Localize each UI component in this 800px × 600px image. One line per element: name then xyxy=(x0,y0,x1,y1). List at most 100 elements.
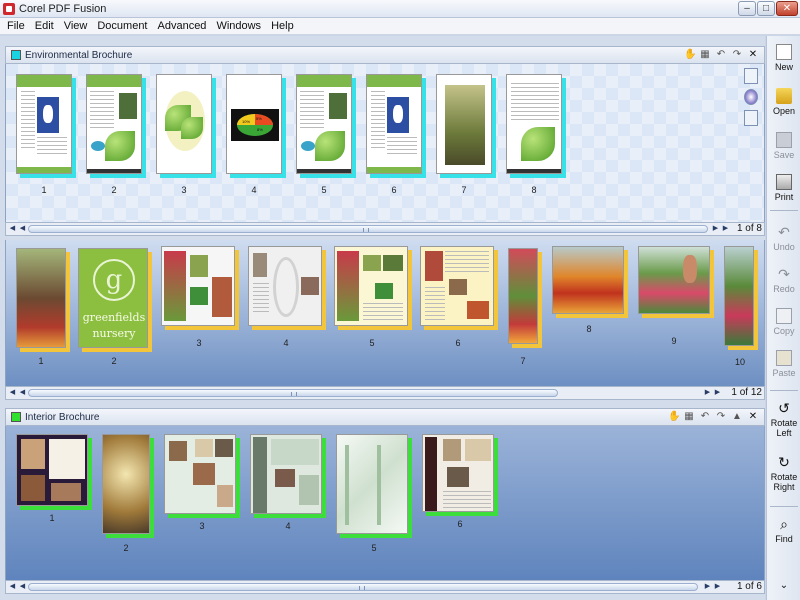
horizontal-scrollbar[interactable]: ◀ ◀ ▶ ▶ 1 of 12 xyxy=(5,386,765,400)
copy-button[interactable]: Copy xyxy=(767,308,800,336)
separator xyxy=(770,506,798,507)
toolbar-sidebar: New Open Save Print ↶ Undo ↷ Redo Copy P… xyxy=(766,36,800,600)
menu-edit[interactable]: Edit xyxy=(30,20,59,32)
page-number: 2 xyxy=(111,185,117,195)
find-button[interactable]: ⌕ Find xyxy=(767,516,800,544)
maximize-button[interactable]: □ xyxy=(757,1,775,16)
undo-icon: ↶ xyxy=(778,224,790,240)
separator xyxy=(770,390,798,391)
page-layout-icon[interactable]: ▦ xyxy=(684,411,694,422)
copy-icon xyxy=(776,308,792,324)
page-strip[interactable]: 1 g greenfields nursery 2 3 4 5 6 7 8 9 … xyxy=(5,240,765,386)
logo-line1: greenfields xyxy=(82,311,146,324)
new-button[interactable]: New xyxy=(767,44,800,72)
hand-icon[interactable]: ✋ xyxy=(684,49,696,60)
print-button[interactable]: Print xyxy=(767,174,800,202)
menu-windows[interactable]: Windows xyxy=(211,20,266,32)
chart-label: 5% xyxy=(256,116,262,121)
page-count: 1 of 8 xyxy=(736,223,762,234)
menu-bar: File Edit View Document Advanced Windows… xyxy=(0,18,800,35)
title-bar: Corel PDF Fusion – □ ✕ xyxy=(0,0,800,18)
page-count: 1 of 6 xyxy=(736,581,762,592)
rotate-right-icon[interactable]: ↷ xyxy=(716,411,726,422)
page-layout-icon[interactable]: ▦ xyxy=(700,49,710,60)
paste-button[interactable]: Paste xyxy=(767,350,800,378)
scroll-left-icon[interactable]: ◀ xyxy=(17,388,28,398)
page-number: 6 xyxy=(391,185,397,195)
scroll-last-icon[interactable]: ▶ xyxy=(712,582,723,592)
page-number: 6 xyxy=(455,338,461,348)
minimize-button[interactable]: – xyxy=(738,1,756,16)
globe-icon[interactable] xyxy=(744,89,758,105)
logo-letter: g xyxy=(93,259,135,301)
page-strip[interactable]: 1 2 3 xyxy=(5,426,765,580)
chart-label: 8% xyxy=(257,127,263,132)
rotate-left-icon: ↺ xyxy=(778,400,790,416)
hand-icon[interactable]: ✋ xyxy=(668,411,680,422)
open-button[interactable]: Open xyxy=(767,88,800,116)
page-number: 10 xyxy=(734,357,745,367)
page-number: 4 xyxy=(283,338,289,348)
close-window-button[interactable]: ✕ xyxy=(776,1,798,16)
save-button[interactable]: Save xyxy=(767,132,800,160)
thumbnail-view-icon[interactable] xyxy=(744,110,758,126)
close-icon[interactable]: ✕ xyxy=(748,411,758,422)
document-panel-environmental: Environmental Brochure ✋ ▦ ↶ ↷ ✕ 1 2 3 5… xyxy=(5,46,765,242)
rotate-right-button[interactable]: ↻ Rotate Right xyxy=(767,454,800,492)
panel-title: Environmental Brochure xyxy=(25,49,133,61)
pie-chart-icon: 5% 10% 8% xyxy=(237,114,273,136)
rotate-left-icon[interactable]: ↶ xyxy=(716,49,726,60)
separator xyxy=(770,210,798,211)
panel-header[interactable]: Environmental Brochure ✋ ▦ ↶ ↷ ✕ xyxy=(5,46,765,64)
page-strip[interactable]: 1 2 3 xyxy=(5,64,765,222)
new-document-icon xyxy=(776,44,792,60)
window-controls: – □ ✕ xyxy=(738,1,798,16)
horizontal-scrollbar[interactable]: ◀ ◀ ▶ ▶ 1 of 8 xyxy=(5,222,765,236)
panel-header[interactable]: Interior Brochure ✋ ▦ ↶ ↷ ▲ ✕ xyxy=(5,408,765,426)
printer-icon xyxy=(776,174,792,190)
single-page-view-icon[interactable] xyxy=(744,68,758,84)
redo-icon: ↷ xyxy=(778,266,790,282)
rotate-left-icon[interactable]: ↶ xyxy=(700,411,710,422)
redo-button[interactable]: ↷ Redo xyxy=(767,266,800,294)
more-tools-icon[interactable]: ⌄ xyxy=(767,580,800,591)
page-number: 7 xyxy=(520,356,526,366)
menu-file[interactable]: File xyxy=(2,20,30,32)
page-number: 1 xyxy=(49,513,55,523)
page-number: 5 xyxy=(369,338,375,348)
horizontal-scrollbar[interactable]: ◀ ◀ ▶ ▶ 1 of 6 xyxy=(5,580,765,594)
scroll-left-icon[interactable]: ◀ xyxy=(17,582,28,592)
menu-help[interactable]: Help xyxy=(266,20,299,32)
page-number: 4 xyxy=(285,521,291,531)
menu-advanced[interactable]: Advanced xyxy=(153,20,212,32)
open-folder-icon xyxy=(776,88,792,104)
scroll-last-icon[interactable]: ▶ xyxy=(720,224,731,234)
workspace: Environmental Brochure ✋ ▦ ↶ ↷ ✕ 1 2 3 5… xyxy=(0,36,765,600)
scroll-last-icon[interactable]: ▶ xyxy=(712,388,723,398)
page-number: 8 xyxy=(531,185,537,195)
page-count: 1 of 12 xyxy=(731,387,762,398)
window-title: Corel PDF Fusion xyxy=(19,2,107,15)
page-number: 4 xyxy=(251,185,257,195)
color-swatch xyxy=(11,50,21,60)
menu-view[interactable]: View xyxy=(59,20,93,32)
save-icon xyxy=(776,132,792,148)
page-number: 3 xyxy=(199,521,205,531)
scroll-thumb[interactable] xyxy=(28,225,708,233)
document-panel-greenfields: 1 g greenfields nursery 2 3 4 5 6 7 8 9 … xyxy=(5,240,765,400)
rotate-right-icon[interactable]: ↷ xyxy=(732,49,742,60)
menu-document[interactable]: Document xyxy=(92,20,152,32)
collapse-icon[interactable]: ▲ xyxy=(732,411,742,422)
scroll-thumb[interactable] xyxy=(28,583,698,591)
page-number: 6 xyxy=(457,519,463,529)
page-number: 1 xyxy=(38,356,44,366)
scroll-left-icon[interactable]: ◀ xyxy=(17,224,28,234)
scroll-thumb[interactable] xyxy=(28,389,558,397)
page-number: 5 xyxy=(321,185,327,195)
page-number: 1 xyxy=(41,185,47,195)
rotate-left-button[interactable]: ↺ Rotate Left xyxy=(767,400,800,438)
undo-button[interactable]: ↶ Undo xyxy=(767,224,800,252)
close-icon[interactable]: ✕ xyxy=(748,49,758,60)
page-number: 2 xyxy=(123,543,129,553)
app-logo-icon xyxy=(3,2,15,15)
